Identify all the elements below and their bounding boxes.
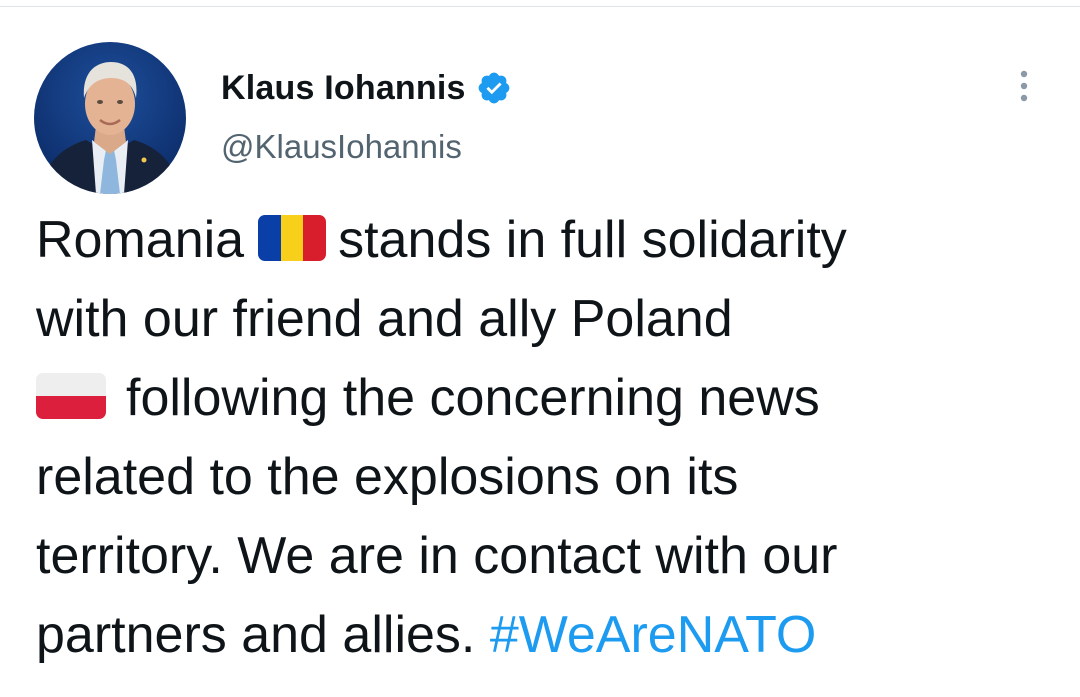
tweet-line: following the concerning news (36, 359, 1056, 438)
profile-photo-icon (34, 42, 186, 194)
tweet-text-segment: Romania (36, 211, 245, 269)
author-avatar[interactable] (34, 42, 186, 194)
hashtag-link[interactable]: #WeAreNATO (490, 606, 817, 664)
tweet-text: Romania stands in full solidarity with ou… (36, 201, 1056, 675)
romania-flag-icon (258, 215, 327, 261)
more-vertical-icon (1020, 70, 1028, 102)
tweet-line: Romania stands in full solidarity (36, 201, 1056, 280)
more-options-button[interactable] (1006, 68, 1042, 108)
tweet-line: territory. We are in contact with our (36, 527, 838, 585)
author-name-row: Klaus Iohannis (221, 66, 512, 110)
tweet-line: with our friend and ally Poland (36, 290, 733, 348)
author-handle[interactable]: @KlausIohannis (221, 128, 462, 166)
tweet-line: related to the explosions on its (36, 448, 739, 506)
tweet-text-segment: stands in full solidarity (338, 211, 847, 269)
tweet-text-segment: partners and allies. (36, 606, 476, 664)
top-divider (0, 6, 1080, 7)
author-display-name[interactable]: Klaus Iohannis (221, 69, 466, 108)
poland-flag-icon (36, 373, 106, 419)
tweet-text-segment: following the concerning news (126, 369, 820, 427)
verified-badge-icon (476, 70, 512, 106)
tweet-line: partners and allies. #WeAreNATO (36, 596, 1056, 675)
